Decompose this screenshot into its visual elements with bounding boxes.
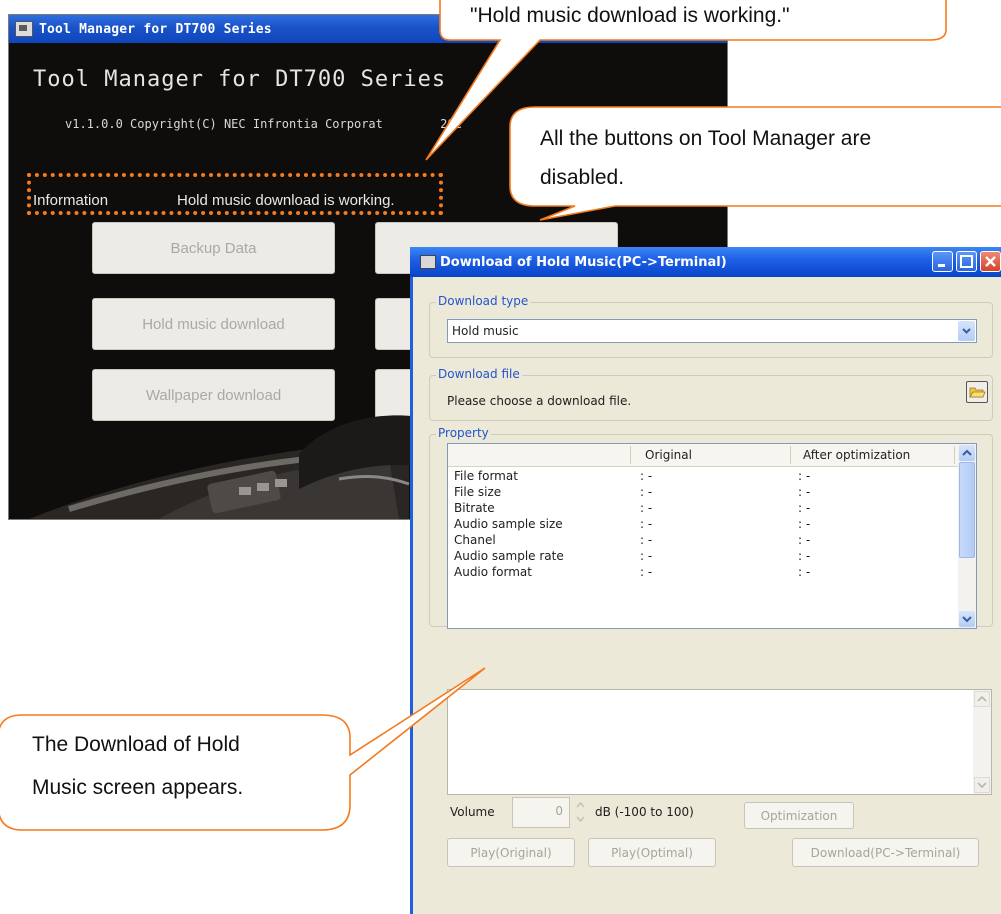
row-original: : - xyxy=(640,517,653,531)
left-callout-line1: The Download of Hold xyxy=(32,733,240,756)
app-icon xyxy=(15,21,33,37)
download-type-group: Download type Hold music xyxy=(429,294,993,358)
volume-input[interactable]: 0 xyxy=(512,797,570,828)
row-name: Audio sample rate xyxy=(454,549,564,563)
hold-music-download-button[interactable]: Hold music download xyxy=(92,298,335,350)
volume-value: 0 xyxy=(555,804,563,818)
row-original: : - xyxy=(640,549,653,563)
download-file-prompt: Please choose a download file. xyxy=(447,394,632,408)
top-callout-text: "Hold music download is working." xyxy=(470,4,790,27)
download-file-group: Download file Please choose a download f… xyxy=(429,367,993,421)
maximize-icon xyxy=(960,255,973,268)
property-group: Property Original After optimization Fil… xyxy=(429,426,993,629)
download-window-title: Download of Hold Music(PC->Terminal) xyxy=(440,255,727,270)
row-optimized: : - xyxy=(798,517,811,531)
download-type-value: Hold music xyxy=(452,324,519,338)
property-list[interactable]: Original After optimization File format … xyxy=(447,443,977,629)
row-name: Chanel xyxy=(454,533,496,547)
row-optimized: : - xyxy=(798,469,811,483)
table-row[interactable]: File format : - : - xyxy=(448,468,960,484)
row-name: Audio format xyxy=(454,565,532,579)
volume-unit: dB (-100 to 100) xyxy=(595,805,694,819)
property-scrollbar[interactable] xyxy=(958,444,976,628)
log-textarea[interactable] xyxy=(447,689,992,795)
download-window-titlebar[interactable]: Download of Hold Music(PC->Terminal) xyxy=(410,247,1001,277)
download-hold-music-window: Download of Hold Music(PC->Terminal) Dow… xyxy=(410,247,1001,914)
table-row[interactable]: Audio sample size : - : - xyxy=(448,516,960,532)
table-row[interactable]: File size : - : - xyxy=(448,484,960,500)
property-list-header: Original After optimization xyxy=(448,444,960,467)
row-name: File format xyxy=(454,469,518,483)
row-name: File size xyxy=(454,485,502,499)
copyright-main: v1.1.0.0 Copyright(C) NEC Infrontia Corp… xyxy=(65,117,383,131)
backup-data-button[interactable]: Backup Data xyxy=(92,222,335,274)
row-original: : - xyxy=(640,533,653,547)
log-scrollbar[interactable] xyxy=(973,690,991,794)
scroll-thumb[interactable] xyxy=(959,462,975,558)
column-header-optimized[interactable]: After optimization xyxy=(803,448,910,462)
row-original: : - xyxy=(640,565,653,579)
play-optimal-button[interactable]: Play(Optimal) xyxy=(588,838,716,867)
row-original: : - xyxy=(640,501,653,515)
scroll-down-icon[interactable] xyxy=(974,777,990,793)
row-name: Audio sample size xyxy=(454,517,563,531)
column-divider[interactable] xyxy=(790,446,791,464)
minimize-icon xyxy=(938,264,945,267)
row-original: : - xyxy=(640,485,653,499)
volume-spinner-icon[interactable] xyxy=(574,797,587,828)
chevron-down-icon[interactable] xyxy=(958,321,975,341)
right-callout-line2: disabled. xyxy=(540,166,625,189)
row-optimized: : - xyxy=(798,533,811,547)
tool-manager-heading: Tool Manager for DT700 Series xyxy=(33,67,447,92)
row-optimized: : - xyxy=(798,501,811,515)
property-label: Property xyxy=(436,426,491,440)
row-optimized: : - xyxy=(798,549,811,563)
download-type-select[interactable]: Hold music xyxy=(447,319,977,343)
minimize-button[interactable] xyxy=(932,251,953,272)
close-icon xyxy=(985,256,996,267)
table-row[interactable]: Audio sample rate : - : - xyxy=(448,548,960,564)
optimization-button[interactable]: Optimization xyxy=(744,802,854,829)
tool-manager-title: Tool Manager for DT700 Series xyxy=(39,21,272,37)
right-callout-line1: All the buttons on Tool Manager are xyxy=(540,127,872,150)
download-type-label: Download type xyxy=(436,294,531,308)
column-divider[interactable] xyxy=(630,446,631,464)
row-optimized: : - xyxy=(798,485,811,499)
scroll-up-icon[interactable] xyxy=(959,445,975,461)
row-name: Bitrate xyxy=(454,501,495,515)
table-row[interactable]: Chanel : - : - xyxy=(448,532,960,548)
copyright-tail: 20C xyxy=(440,117,462,131)
play-original-button[interactable]: Play(Original) xyxy=(447,838,575,867)
browse-file-button[interactable] xyxy=(966,381,988,403)
table-row[interactable]: Audio format : - : - xyxy=(448,564,960,580)
window-app-icon xyxy=(420,255,436,269)
column-header-original[interactable]: Original xyxy=(645,448,692,462)
volume-label: Volume xyxy=(450,805,495,819)
close-button[interactable] xyxy=(980,251,1001,272)
status-highlight-box xyxy=(27,173,443,215)
column-divider[interactable] xyxy=(954,446,955,464)
download-pc-terminal-button[interactable]: Download(PC->Terminal) xyxy=(792,838,979,867)
tool-button-right-2[interactable] xyxy=(375,298,415,350)
scroll-down-icon[interactable] xyxy=(959,611,975,627)
copyright-text: v1.1.0.0 Copyright(C) NEC Infrontia Corp… xyxy=(65,117,462,131)
scroll-up-icon[interactable] xyxy=(974,691,990,707)
left-callout-line2: Music screen appears. xyxy=(32,776,244,799)
folder-open-icon xyxy=(969,387,986,398)
maximize-button[interactable] xyxy=(956,251,977,272)
download-file-label: Download file xyxy=(436,367,522,381)
row-optimized: : - xyxy=(798,565,811,579)
table-row[interactable]: Bitrate : - : - xyxy=(448,500,960,516)
row-original: : - xyxy=(640,469,653,483)
